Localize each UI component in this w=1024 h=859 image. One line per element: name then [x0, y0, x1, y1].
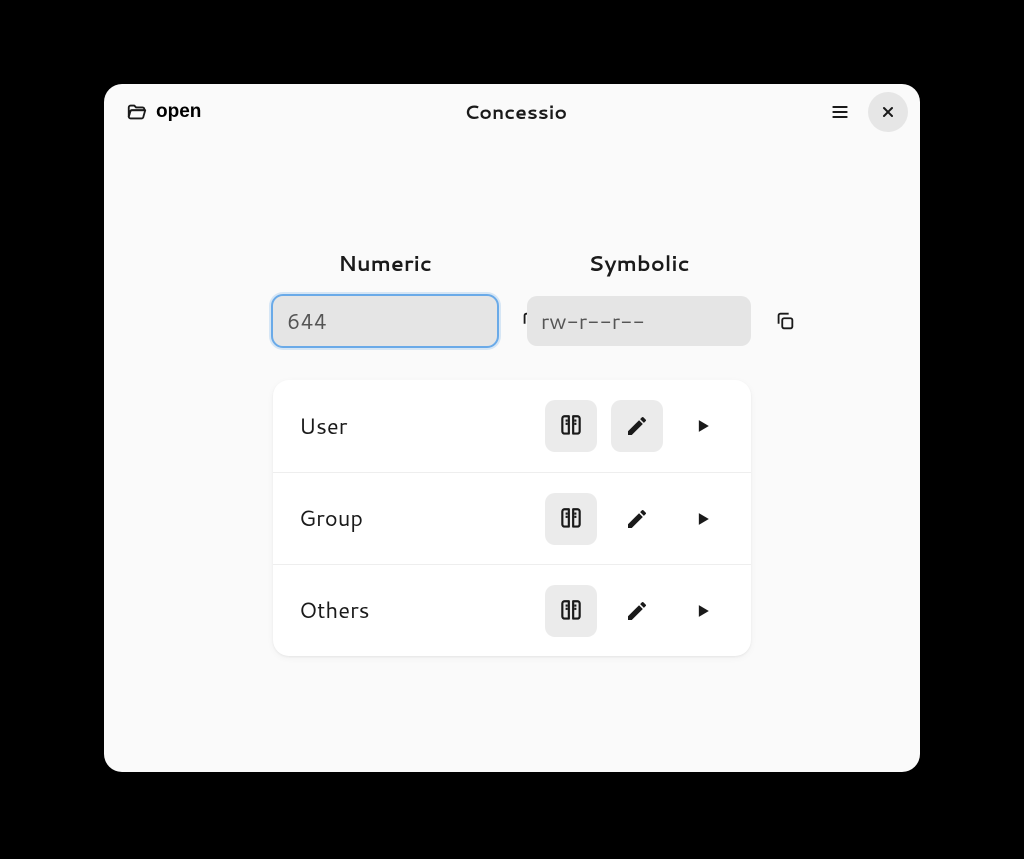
execute-toggle[interactable] — [677, 493, 729, 545]
symbolic-copy-button[interactable] — [768, 301, 802, 341]
numeric-input[interactable] — [273, 306, 514, 336]
perm-row: User — [273, 380, 751, 472]
content-area: Numeric Symbolic — [104, 140, 920, 772]
book-icon — [558, 506, 584, 532]
pencil-icon — [625, 599, 649, 623]
window-title: Concessio — [219, 99, 812, 126]
hamburger-icon — [830, 102, 850, 122]
numeric-field: Numeric — [273, 248, 497, 346]
open-button[interactable]: open — [116, 95, 211, 129]
pencil-icon — [625, 507, 649, 531]
symbolic-label: Symbolic — [588, 248, 689, 278]
read-toggle[interactable] — [545, 400, 597, 452]
numeric-input-wrap — [273, 296, 497, 346]
symbolic-input[interactable] — [527, 306, 768, 336]
book-icon — [558, 413, 584, 439]
write-toggle[interactable] — [611, 585, 663, 637]
close-button[interactable] — [868, 92, 908, 132]
pencil-icon — [625, 414, 649, 438]
app-window: open Concessio — [104, 84, 920, 772]
perm-label: Others — [299, 595, 531, 626]
headerbar: open Concessio — [104, 84, 920, 140]
execute-toggle[interactable] — [677, 585, 729, 637]
numeric-label: Numeric — [338, 248, 432, 278]
write-toggle[interactable] — [611, 493, 663, 545]
book-icon — [558, 598, 584, 624]
read-toggle[interactable] — [545, 493, 597, 545]
open-button-label: open — [156, 101, 201, 123]
perm-row: Others — [273, 564, 751, 656]
execute-toggle[interactable] — [677, 400, 729, 452]
perm-row: Group — [273, 472, 751, 564]
permissions-list: User Group Others — [273, 380, 751, 656]
symbolic-input-wrap — [527, 296, 751, 346]
perm-label: User — [299, 411, 531, 442]
play-icon — [693, 509, 713, 529]
copy-icon — [774, 310, 796, 332]
read-toggle[interactable] — [545, 585, 597, 637]
fields-row: Numeric Symbolic — [273, 248, 751, 346]
write-toggle[interactable] — [611, 400, 663, 452]
perm-label: Group — [299, 503, 531, 534]
menu-button[interactable] — [820, 92, 860, 132]
folder-open-icon — [126, 101, 148, 123]
symbolic-field: Symbolic — [527, 248, 751, 346]
play-icon — [693, 416, 713, 436]
close-icon — [880, 104, 896, 120]
play-icon — [693, 601, 713, 621]
